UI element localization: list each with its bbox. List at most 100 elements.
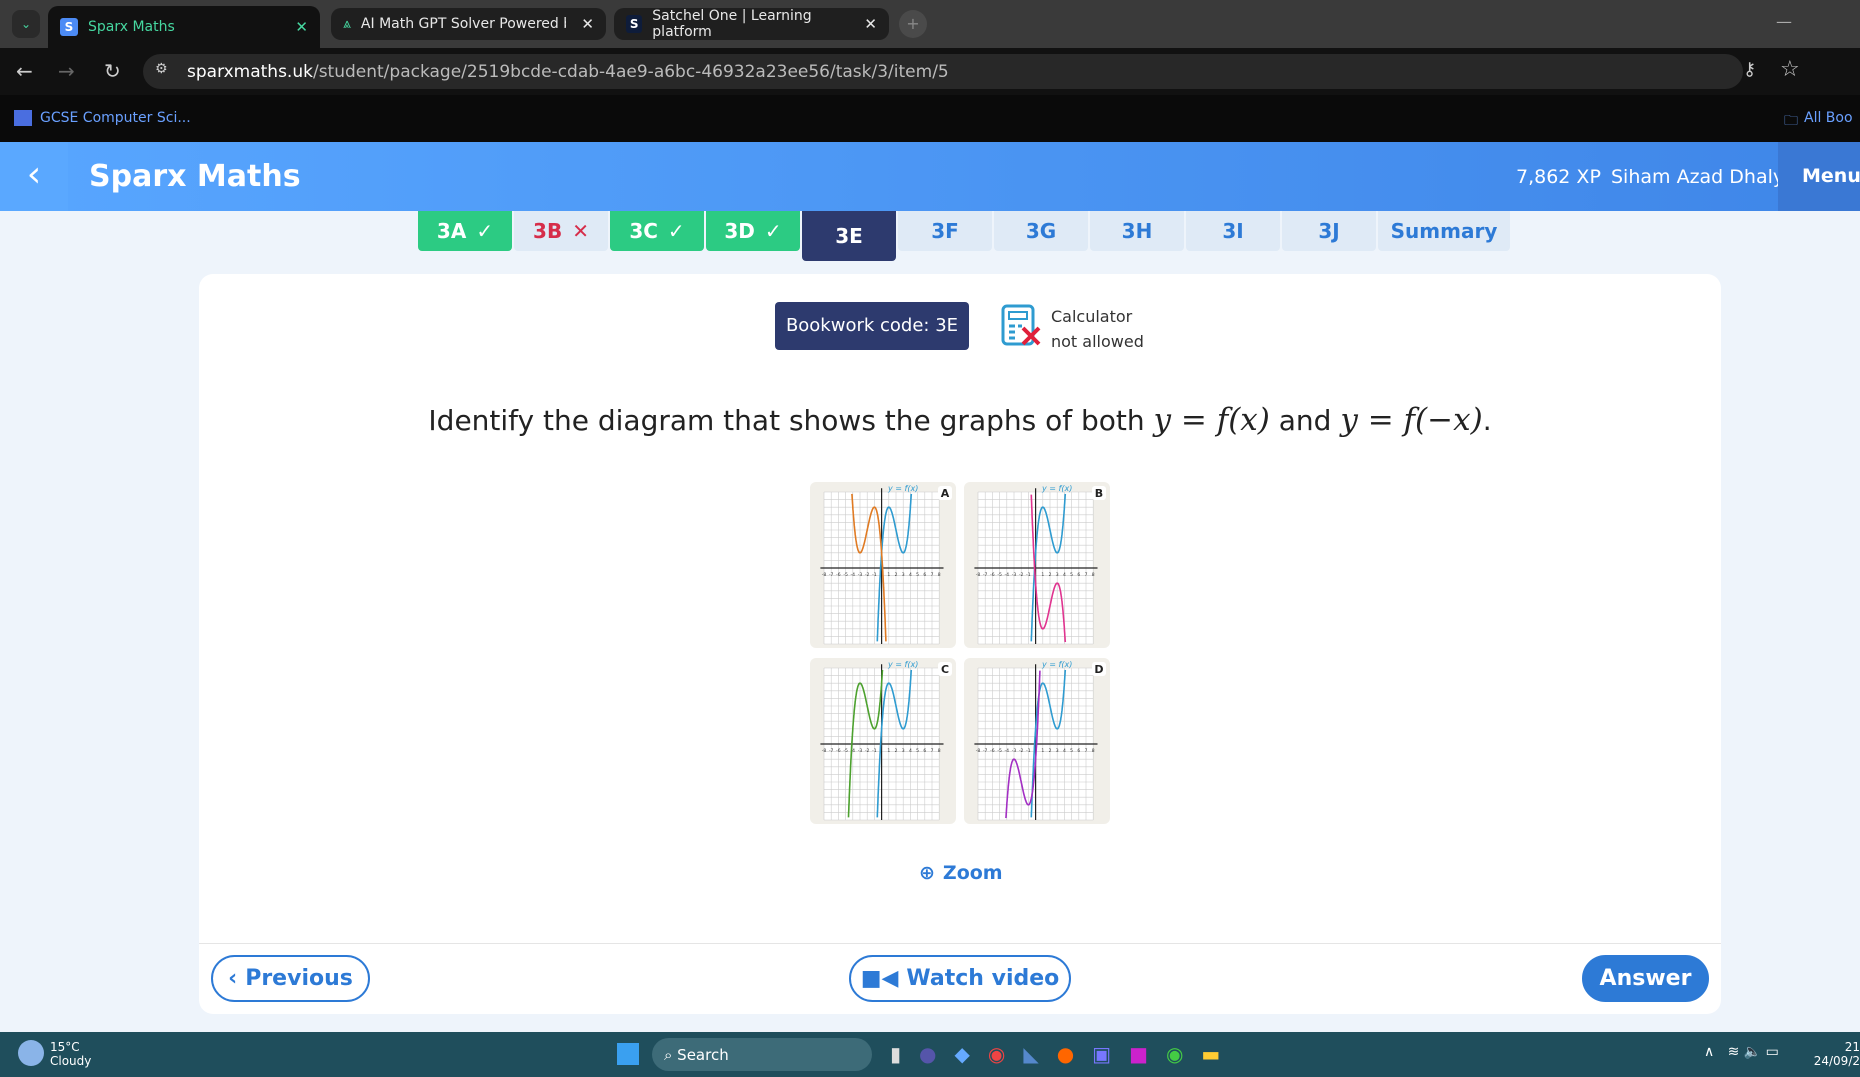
satchel-favicon: S (626, 15, 643, 33)
system-tray[interactable]: ∧ ≋ 🔈 ▭ (1704, 1044, 1779, 1060)
answer-button[interactable]: Answer (1582, 955, 1709, 1002)
clock[interactable]: 21 24/09/2 (1812, 1040, 1860, 1068)
user-name[interactable]: Siham Azad Dhaly (1611, 166, 1784, 188)
tab-3f[interactable]: 3F (898, 211, 992, 251)
option-letter: B (1095, 487, 1103, 500)
app-icon-vscode[interactable]: ◣ (1023, 1042, 1038, 1066)
tab-summary[interactable]: Summary (1378, 211, 1510, 251)
watch-video-button[interactable]: ■◀ Watch video (849, 955, 1071, 1002)
curve-label: y = f(x) (887, 660, 918, 669)
check-icon: ✓ (764, 219, 782, 243)
minimize-button[interactable]: — (1776, 12, 1792, 31)
x-tick-label: -7 (829, 748, 834, 754)
previous-label: Previous (245, 966, 353, 991)
answer-diagram[interactable]: -8 -7 -6 -5 -4 -3 -2 -1 1 2 3 4 5 6 7 8 y = f(x) A -8 -7 -6-… (810, 482, 1112, 824)
bookmark-star-icon[interactable]: ☆ (1780, 57, 1800, 82)
diagram-option-d: -8 -7 -6 -5 -4 -3 -2 -1 1 2 3 4 5 6 7 8 y = f(x) D (964, 658, 1110, 824)
tab-3h[interactable]: 3H (1090, 211, 1184, 251)
x-tick-label: -6 (836, 748, 841, 754)
tab-search-button[interactable]: ⌄ (12, 10, 40, 38)
x-tick-label: -8 (822, 572, 827, 578)
teams-icon[interactable]: ▣ (1092, 1042, 1111, 1066)
bookmark-label: GCSE Computer Sci... (40, 110, 191, 126)
x-tick-label: -8 (822, 748, 827, 754)
new-tab-button[interactable]: + (899, 10, 927, 38)
tab-3d[interactable]: 3D ✓ (706, 211, 800, 251)
x-tick-label: -1 (872, 572, 877, 578)
close-icon[interactable]: ✕ (864, 15, 877, 33)
app-icon-ide[interactable]: ■ (1129, 1042, 1148, 1066)
zoom-button[interactable]: ⊕ Zoom (919, 862, 1003, 884)
app-icon-eclipse[interactable]: ● (919, 1042, 936, 1066)
weather-widget[interactable]: 15°C Cloudy (50, 1040, 91, 1068)
all-bookmarks-label: All Boo (1804, 110, 1853, 126)
x-tick-label: 4 (909, 748, 912, 754)
x-tick-label: -7 (983, 572, 988, 578)
app-icon-copilot[interactable]: ◆ (954, 1042, 969, 1066)
tab-3g[interactable]: 3G (994, 211, 1088, 251)
x-tick-label: -7 (829, 572, 834, 578)
chrome-icon[interactable]: ◉ (988, 1042, 1005, 1066)
tab-3j[interactable]: 3J (1282, 211, 1376, 251)
previous-button[interactable]: ‹ Previous (211, 955, 370, 1002)
zoom-label: Zoom (942, 862, 1003, 884)
weather-icon[interactable] (18, 1040, 44, 1066)
zoom-in-icon: ⊕ (919, 862, 935, 884)
x-tick-label: 3 (1056, 572, 1059, 578)
windows-start-icon[interactable] (617, 1043, 639, 1065)
app-icon-pen[interactable]: ● (1057, 1042, 1074, 1066)
back-icon[interactable]: ← (16, 59, 33, 83)
tab-3a[interactable]: 3A ✓ (418, 211, 512, 251)
x-tick-label: 6 (923, 572, 926, 578)
close-icon[interactable]: ✕ (581, 15, 594, 33)
taskbar-apps: ▮ ● ◆ ◉ ◣ ● ▣ ■ ◉ ▬ (890, 1042, 1220, 1066)
tab-label: 3H (1121, 219, 1153, 243)
url-input[interactable]: ⚙ sparxmaths.uk/student/package/2519bcde-… (143, 54, 1743, 89)
x-tick-label: 4 (1063, 572, 1066, 578)
x-tick-label: 1 (887, 572, 890, 578)
x-tick-label: -5 (843, 748, 848, 754)
all-bookmarks[interactable]: 🗀 All Boo (1784, 110, 1853, 134)
password-key-icon[interactable]: ⚷ (1743, 59, 1756, 80)
temperature: 15°C (50, 1040, 80, 1054)
diagram-option-c: -8 -7 -6 -5 -4 -3 -2 -1 1 2 3 4 5 6 7 8 y = f(x) C (810, 658, 956, 824)
tab-3e[interactable]: 3E (802, 211, 896, 261)
tab-title: AI Math GPT Solver Powered by (360, 16, 566, 32)
file-explorer-icon[interactable]: ▬ (1201, 1042, 1220, 1066)
x-tick-label: -1 (1026, 572, 1031, 578)
x-tick-label: -1 (872, 748, 877, 754)
tab-3i[interactable]: 3I (1186, 211, 1280, 251)
site-settings-icon[interactable]: ⚙ (155, 61, 168, 77)
browser-tab-satchel[interactable]: S Satchel One | Learning platform ✕ (614, 8, 889, 40)
x-tick-label: -4 (851, 572, 856, 578)
close-icon[interactable]: ✕ (295, 18, 308, 36)
tab-label: 3D (724, 219, 755, 243)
back-chevron-icon[interactable]: ‹ (0, 142, 68, 211)
forward-icon[interactable]: → (58, 59, 75, 83)
x-tick-label: 5 (916, 572, 919, 578)
tab-title: Satchel One | Learning platform (652, 8, 812, 40)
bookmark-gcse[interactable]: GCSE Computer Sci... (14, 110, 191, 126)
calculator-line2: not allowed (1051, 332, 1144, 351)
chrome-profile-icon[interactable]: ◉ (1166, 1042, 1183, 1066)
question-text: Identify the diagram that shows the grap… (199, 402, 1721, 438)
tab-3b[interactable]: 3B ✕ (514, 211, 608, 251)
browser-tab-sparx[interactable]: S Sparx Maths ✕ (48, 6, 320, 48)
x-tick-label: 8 (1092, 748, 1095, 754)
tab-label: 3I (1222, 219, 1244, 243)
x-tick-label: 6 (1077, 572, 1080, 578)
app-icon-files[interactable]: ▮ (890, 1042, 901, 1066)
curve-label: y = f(x) (887, 484, 918, 493)
reload-icon[interactable]: ↻ (104, 59, 121, 83)
taskbar-search[interactable]: ⌕ Search (652, 1038, 872, 1071)
x-tick-label: -8 (976, 572, 981, 578)
x-tick-label: 2 (1049, 748, 1052, 754)
tab-title: Sparx Maths (88, 19, 175, 35)
browser-tab-aimath[interactable]: ⩓ AI Math GPT Solver Powered by ✕ (331, 8, 606, 40)
x-tick-label: -4 (1005, 748, 1010, 754)
clock-time: 21 (1844, 1040, 1860, 1054)
menu-button[interactable]: Menu (1778, 142, 1860, 211)
app-title: Sparx Maths (89, 159, 301, 194)
tab-3c[interactable]: 3C ✓ (610, 211, 704, 251)
x-tick-label: 1 (1041, 572, 1044, 578)
